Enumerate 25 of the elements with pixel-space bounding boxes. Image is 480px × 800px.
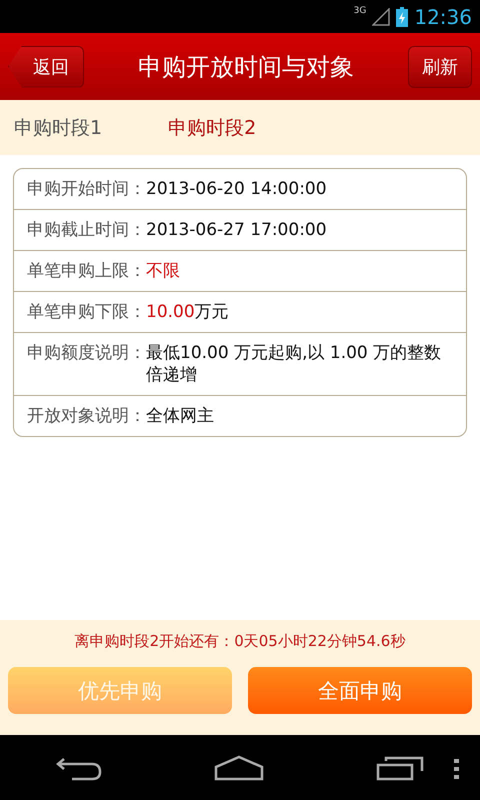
clock-time: 12:36 bbox=[414, 4, 472, 28]
detail-label: 开放对象说明： bbox=[27, 405, 146, 427]
network-type: 3G bbox=[354, 6, 366, 16]
page-title: 申购开放时间与对象 bbox=[138, 52, 354, 82]
detail-value: 10.00万元 bbox=[146, 301, 229, 323]
detail-label: 单笔申购下限： bbox=[27, 301, 146, 323]
detail-value: 不限 bbox=[146, 260, 180, 282]
detail-label: 申购截止时间： bbox=[27, 219, 146, 241]
period-tab[interactable]: 申购时段2 bbox=[168, 114, 256, 140]
detail-value: 2013-06-27 17:00:00 bbox=[146, 219, 327, 241]
period-tab[interactable]: 申购时段1 bbox=[14, 114, 102, 140]
home-icon[interactable] bbox=[214, 754, 264, 780]
detail-value: 2013-06-20 14:00:00 bbox=[146, 178, 327, 200]
detail-label: 申购开始时间： bbox=[27, 178, 146, 200]
detail-value: 最低10.00 万元起购,以 1.00 万的整数倍递增 bbox=[146, 342, 442, 386]
refresh-button[interactable]: 刷新 bbox=[408, 46, 472, 88]
overflow-menu-icon[interactable] bbox=[454, 759, 460, 779]
detail-label: 申购额度说明： bbox=[27, 342, 146, 365]
recent-apps-icon[interactable] bbox=[376, 754, 424, 780]
detail-label: 单笔申购上限： bbox=[27, 260, 146, 282]
signal-icon bbox=[372, 8, 390, 26]
back-button[interactable]: 返回 bbox=[8, 46, 84, 88]
countdown-text: 离申购时段2开始还有：0天05小时22分钟54.6秒 bbox=[74, 632, 406, 651]
detail-value: 全体网主 bbox=[146, 405, 214, 427]
battery-icon bbox=[396, 6, 408, 26]
